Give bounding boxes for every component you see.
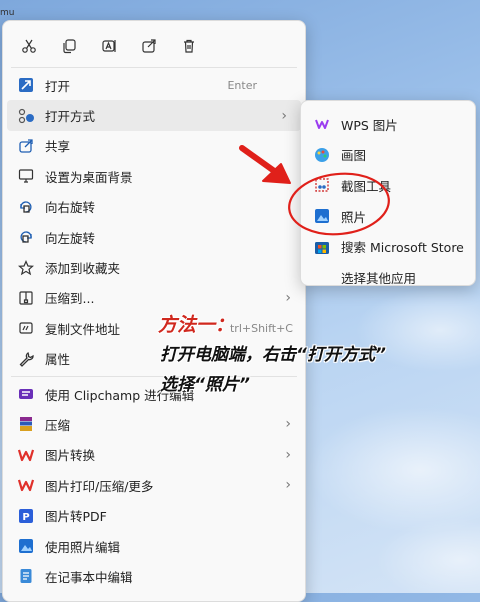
open-with-icon xyxy=(17,107,35,125)
menu-item-label: 向右旋转 xyxy=(45,200,96,216)
menu-item-image-print[interactable]: 图片打印/压缩/更多 › xyxy=(3,470,305,500)
menu-item-label: 属性 xyxy=(45,352,71,368)
context-toolbar xyxy=(3,21,305,65)
annotation-line-1: 打开电脑端，右击“打开方式” xyxy=(160,345,386,365)
paint-icon xyxy=(313,146,331,164)
menu-item-compress-to[interactable]: 压缩到... › xyxy=(3,283,305,313)
archive-icon xyxy=(17,289,35,307)
menu-item-share[interactable]: 共享 xyxy=(3,131,305,161)
menu-item-image-pdf[interactable]: P 图片转PDF xyxy=(3,500,305,530)
menu-item-label: 图片转换 xyxy=(45,448,96,464)
menu-item-open[interactable]: 打开 Enter xyxy=(3,70,305,100)
submenu-item-wps[interactable]: WPS 图片 xyxy=(301,109,475,140)
menu-item-label: 设置为桌面背景 xyxy=(45,169,133,185)
wps-image-icon xyxy=(313,115,331,133)
shortcut-label: Enter xyxy=(227,78,257,92)
annotation-line-2: 选择“照片” xyxy=(160,375,250,395)
submenu-item-label: WPS 图片 xyxy=(341,117,398,133)
chevron-right-icon: › xyxy=(281,107,287,124)
menu-item-label: 图片转PDF xyxy=(45,509,107,525)
submenu-item-photos[interactable]: 照片 xyxy=(301,201,475,232)
star-icon xyxy=(17,259,35,277)
chevron-right-icon: › xyxy=(285,446,291,463)
menu-item-label: 打开 xyxy=(45,78,71,94)
notepad-icon xyxy=(17,567,35,585)
menu-item-add-favorite[interactable]: 添加到收藏夹 xyxy=(3,252,305,282)
menu-item-label: 向左旋转 xyxy=(45,230,96,246)
submenu-item-store[interactable]: 搜索 Microsoft Store xyxy=(301,231,475,262)
menu-item-label: 压缩 xyxy=(45,417,71,433)
open-with-submenu: WPS 图片 画图 截图工具 照片 搜索 Microsoft Store 选择其… xyxy=(300,100,476,286)
store-icon xyxy=(313,238,331,256)
menu-item-clipchamp[interactable]: 使用 Clipchamp 进行编辑 xyxy=(3,379,305,409)
menu-item-rotate-right[interactable]: 向右旋转 xyxy=(3,192,305,222)
separator xyxy=(11,67,297,68)
submenu-item-label: 选择其他应用 xyxy=(341,270,417,286)
submenu-item-label: 截图工具 xyxy=(341,178,392,194)
context-menu: 打开 Enter 打开方式 › 共享 设置为桌面背景 向右旋转 向左旋转 添加到… xyxy=(2,20,306,602)
submenu-item-choose-other[interactable]: 选择其他应用 xyxy=(301,262,475,293)
scissors-icon xyxy=(22,39,36,53)
corner-text: mu xyxy=(0,8,15,18)
rename-button[interactable] xyxy=(95,33,123,59)
submenu-item-label: 画图 xyxy=(341,148,367,164)
pdf-convert-icon: P xyxy=(17,507,35,525)
wrench-icon xyxy=(17,350,35,368)
share-icon xyxy=(142,39,156,53)
winrar-icon xyxy=(17,415,35,433)
menu-item-image-convert[interactable]: 图片转换 › xyxy=(3,440,305,470)
chevron-right-icon: › xyxy=(285,289,291,306)
menu-item-zip[interactable]: 压缩 › xyxy=(3,409,305,439)
chevron-right-icon: › xyxy=(285,477,291,494)
svg-text:P: P xyxy=(22,512,29,523)
share-button[interactable] xyxy=(135,33,163,59)
trash-icon xyxy=(184,39,194,53)
rename-icon xyxy=(102,40,116,52)
photos-app-icon xyxy=(313,207,331,225)
menu-item-label: 添加到收藏夹 xyxy=(45,261,121,277)
menu-item-label: 压缩到... xyxy=(45,291,95,307)
chevron-right-icon: › xyxy=(285,416,291,433)
submenu-item-label: 搜索 Microsoft Store xyxy=(341,240,464,256)
menu-item-photo-edit[interactable]: 使用照片编辑 xyxy=(3,531,305,561)
clipchamp-icon xyxy=(17,385,35,403)
delete-button[interactable] xyxy=(175,33,203,59)
snipping-tool-icon xyxy=(313,176,331,194)
menu-item-label: 图片打印/压缩/更多 xyxy=(45,478,154,494)
menu-item-rotate-left[interactable]: 向左旋转 xyxy=(3,222,305,252)
menu-item-open-with[interactable]: 打开方式 › xyxy=(7,100,301,131)
copy-icon xyxy=(63,39,76,54)
submenu-item-paint[interactable]: 画图 xyxy=(301,140,475,171)
share-icon xyxy=(17,137,35,155)
menu-item-label: 使用照片编辑 xyxy=(45,539,121,555)
shortcut-label: trl+Shift+C xyxy=(229,321,293,335)
cut-button[interactable] xyxy=(15,33,43,59)
open-icon xyxy=(17,76,35,94)
copy-button[interactable] xyxy=(55,33,83,59)
annotation-title: 方法一： xyxy=(158,314,235,336)
photos-app-icon xyxy=(17,537,35,555)
copy-path-icon xyxy=(17,319,35,337)
rotate-right-icon xyxy=(17,198,35,216)
wps-icon xyxy=(17,446,35,464)
wps-icon xyxy=(17,476,35,494)
separator xyxy=(11,375,297,377)
desktop-background xyxy=(300,0,480,593)
menu-item-label: 打开方式 xyxy=(45,109,96,125)
menu-item-label: 在记事本中编辑 xyxy=(45,569,133,585)
submenu-item-snip[interactable]: 截图工具 xyxy=(301,170,475,201)
submenu-item-label: 照片 xyxy=(341,209,367,225)
menu-item-copy-path[interactable]: 复制文件地址 trl+Shift+C xyxy=(3,313,305,343)
rotate-left-icon xyxy=(17,228,35,246)
menu-item-notepad-edit[interactable]: 在记事本中编辑 xyxy=(3,561,305,591)
menu-item-set-wallpaper[interactable]: 设置为桌面背景 xyxy=(3,161,305,191)
menu-item-label: 复制文件地址 xyxy=(45,321,121,337)
menu-item-label: 共享 xyxy=(45,139,71,155)
monitor-icon xyxy=(17,167,35,185)
